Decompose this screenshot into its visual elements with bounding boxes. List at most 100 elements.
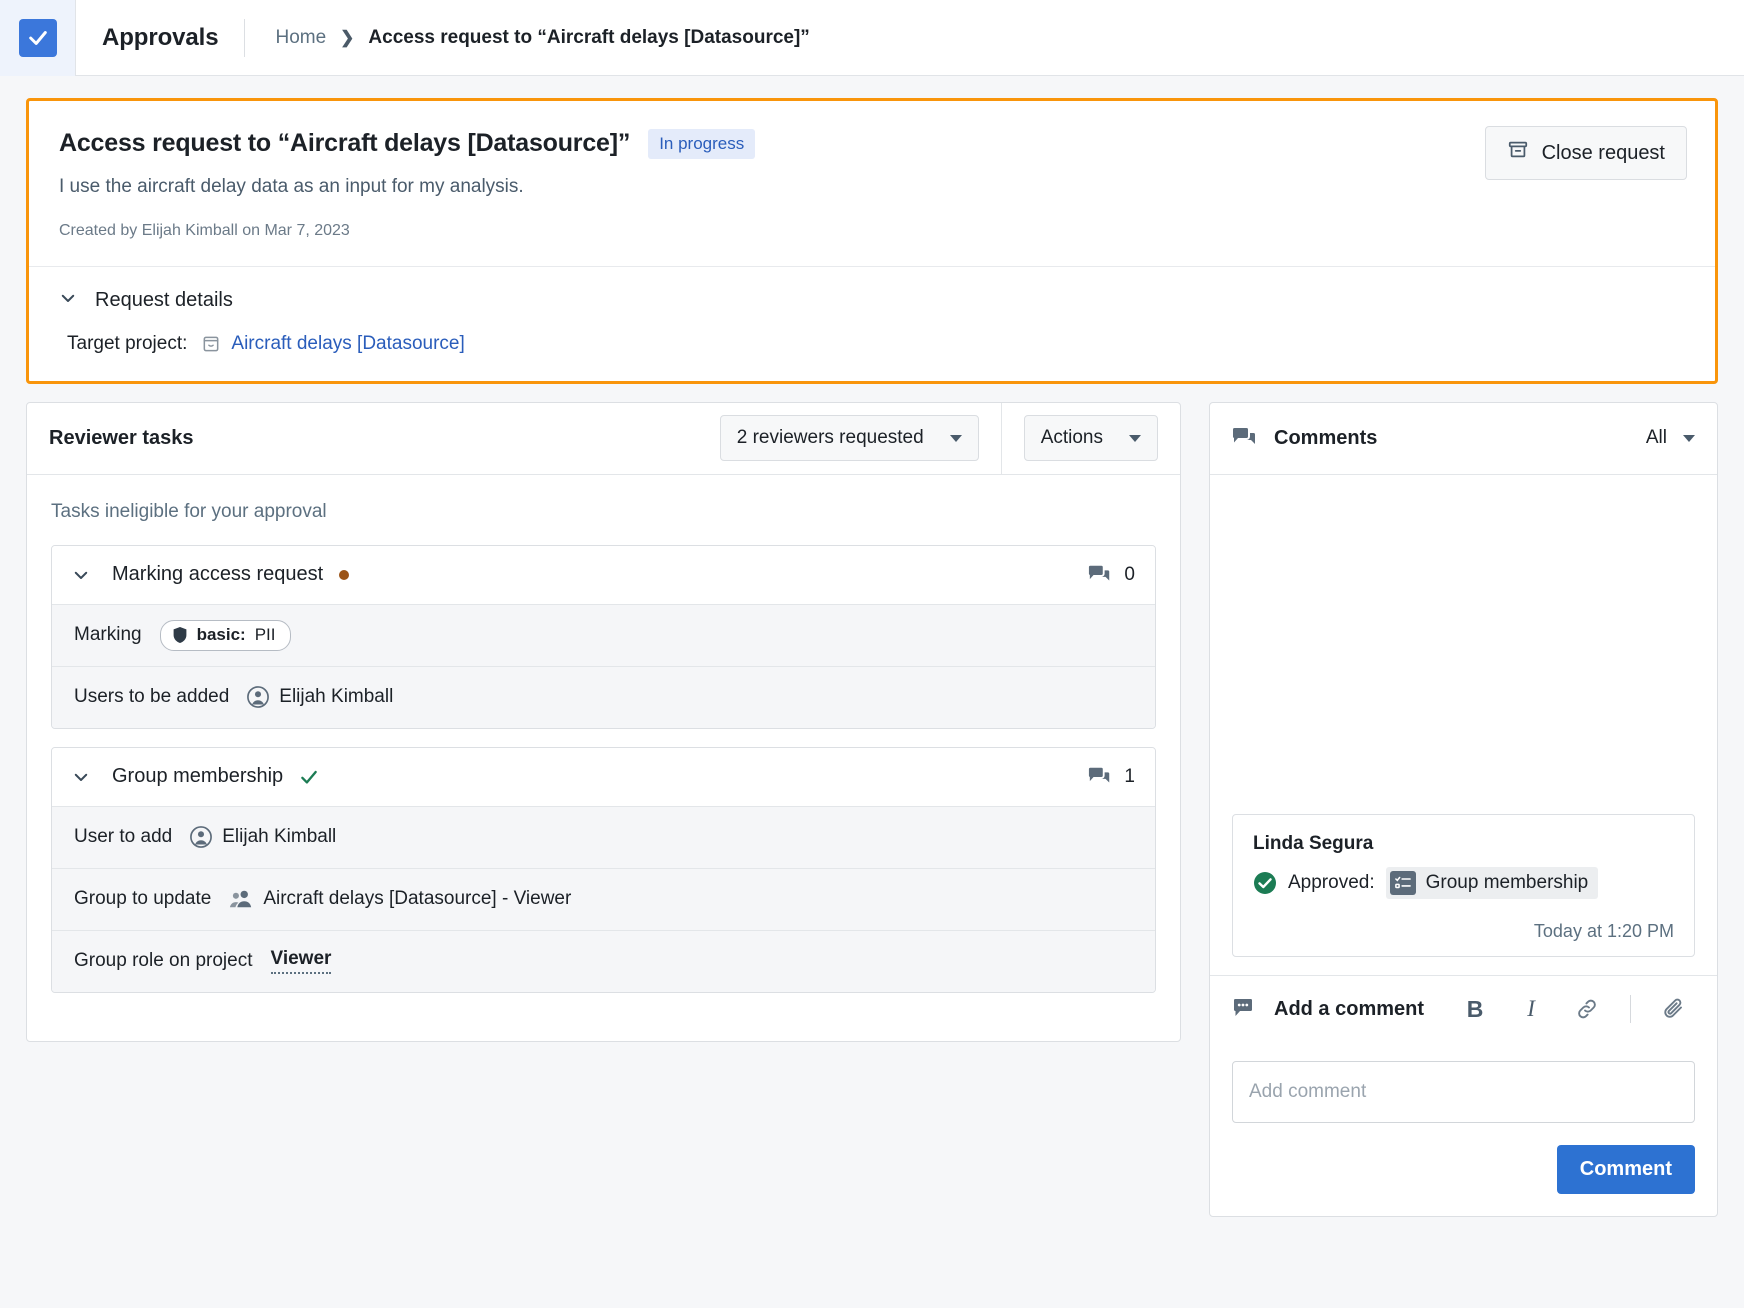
comment-task-chip[interactable]: Group membership xyxy=(1385,866,1599,899)
chevron-down-icon xyxy=(59,289,77,313)
row-label: Group role on project xyxy=(74,950,253,972)
comment-compose-body: Comment xyxy=(1210,1043,1717,1216)
comment-input[interactable] xyxy=(1232,1060,1695,1123)
comment-count-value: 1 xyxy=(1124,765,1135,787)
comments-filter-dropdown[interactable]: All xyxy=(1646,427,1695,449)
task-comment-count[interactable]: 1 xyxy=(1088,766,1135,788)
user-icon xyxy=(247,686,270,708)
format-toolbar: B I xyxy=(1462,995,1687,1024)
check-icon xyxy=(299,767,319,787)
top-navigation-bar: Approvals Home ❯ Access request to “Airc… xyxy=(0,0,1744,76)
main-columns: Reviewer tasks 2 reviewers requested Act… xyxy=(26,401,1718,1217)
divider xyxy=(1000,402,1002,474)
request-description: I use the aircraft delay data as an inpu… xyxy=(59,175,524,197)
reviewer-tasks-column: Reviewer tasks 2 reviewers requested Act… xyxy=(26,401,1181,1042)
comment-dots-icon xyxy=(1232,998,1258,1020)
row-value-text: Elijah Kimball xyxy=(279,686,394,708)
comments-panel: Comments All Linda Segura Approved: Grou… xyxy=(1209,401,1718,1217)
task-header-group-membership[interactable]: Group membership 1 xyxy=(52,747,1155,806)
breadcrumb: Home ❯ Access request to “Aircraft delay… xyxy=(245,27,809,49)
bold-icon[interactable]: B xyxy=(1462,995,1488,1023)
project-icon xyxy=(201,334,221,354)
task-title: Group membership xyxy=(112,765,284,788)
comments-title: Comments xyxy=(1274,426,1378,449)
task-list-icon xyxy=(1389,870,1416,895)
request-title-row: Access request to “Aircraft delays [Data… xyxy=(59,129,1685,159)
reviewer-tasks-panel: Reviewer tasks 2 reviewers requested Act… xyxy=(26,401,1181,1042)
row-value: Elijah Kimball xyxy=(247,686,393,708)
breadcrumb-home-link[interactable]: Home xyxy=(275,27,326,49)
app-logo-cell[interactable] xyxy=(0,0,76,76)
task-row: Marking basic: PII xyxy=(52,603,1155,666)
breadcrumb-current: Access request to “Aircraft delays [Data… xyxy=(368,26,810,48)
comments-icon xyxy=(1088,564,1112,586)
row-label: Users to be added xyxy=(74,686,230,708)
row-value: Elijah Kimball xyxy=(190,826,336,848)
comment-author: Linda Segura xyxy=(1253,832,1374,854)
task-card: Marking access request 0 Marking basic: … xyxy=(51,544,1156,729)
task-title: Marking access request xyxy=(112,563,324,586)
chevron-down-icon xyxy=(72,566,90,584)
task-row: User to add Elijah Kimball xyxy=(52,805,1155,868)
paperclip-icon[interactable] xyxy=(1661,995,1687,1023)
row-label: Marking xyxy=(74,624,142,646)
comment-action-label: Approved: xyxy=(1288,871,1375,893)
comments-header: Comments All xyxy=(1210,403,1717,475)
target-project-link[interactable]: Aircraft delays [Datasource] xyxy=(231,333,464,355)
page-title: Access request to “Aircraft delays [Data… xyxy=(59,129,631,158)
request-summary-card: Access request to “Aircraft delays [Data… xyxy=(26,98,1718,384)
task-comment-count[interactable]: 0 xyxy=(1088,564,1135,586)
actions-label: Actions xyxy=(1040,427,1103,449)
row-value-text: Elijah Kimball xyxy=(222,826,337,848)
task-row: Group to update Aircraft delays [Datasou… xyxy=(52,867,1155,930)
caret-down-icon xyxy=(949,434,962,442)
reviewer-tasks-body: Tasks ineligible for your approval Marki… xyxy=(27,475,1180,1041)
task-card: Group membership 1 User to add Elijah Ki… xyxy=(51,746,1156,993)
link-icon[interactable] xyxy=(1574,995,1600,1023)
comment-timestamp: Today at 1:20 PM xyxy=(1533,920,1674,941)
row-value-text: Aircraft delays [Datasource] - Viewer xyxy=(263,888,572,910)
reviewer-tasks-header: Reviewer tasks 2 reviewers requested Act… xyxy=(27,402,1180,475)
pending-dot-icon xyxy=(339,569,350,580)
actions-dropdown[interactable]: Actions xyxy=(1023,415,1158,462)
reviewers-requested-dropdown[interactable]: 2 reviewers requested xyxy=(719,415,979,462)
close-request-button[interactable]: Close request xyxy=(1484,126,1687,180)
comments-icon xyxy=(1088,766,1112,788)
comments-filter-label: All xyxy=(1645,427,1667,449)
group-role-value: Viewer xyxy=(270,948,332,975)
tasks-ineligible-heading: Tasks ineligible for your approval xyxy=(51,500,327,522)
user-icon xyxy=(190,826,213,848)
comments-icon xyxy=(1232,427,1258,449)
reviewers-requested-label: 2 reviewers requested xyxy=(736,427,924,449)
request-summary-top: Access request to “Aircraft delays [Data… xyxy=(29,101,1715,267)
comment-item: Linda Segura Approved: Group membership xyxy=(1232,813,1695,957)
target-project-row: Target project: Aircraft delays [Datasou… xyxy=(59,333,1685,355)
row-label: Group to update xyxy=(74,888,212,910)
request-details-toggle[interactable]: Request details xyxy=(59,289,1685,313)
marking-prefix: basic: xyxy=(196,624,246,644)
add-comment-title: Add a comment xyxy=(1274,997,1425,1020)
chevron-down-icon xyxy=(72,768,90,786)
request-created-meta: Created by Elijah Kimball on Mar 7, 2023 xyxy=(59,221,350,239)
close-request-label: Close request xyxy=(1541,141,1665,164)
comment-task-chip-label: Group membership xyxy=(1425,871,1589,893)
task-row: Users to be added Elijah Kimball xyxy=(52,665,1155,728)
task-header-marking-access-request[interactable]: Marking access request 0 xyxy=(52,545,1155,604)
italic-icon[interactable]: I xyxy=(1518,995,1544,1023)
divider xyxy=(1630,995,1632,1024)
comment-compose-header: Add a comment B I xyxy=(1210,974,1717,1043)
marking-pill: basic: PII xyxy=(159,619,291,651)
comment-body: Approved: Group membership xyxy=(1253,866,1674,899)
check-square-icon xyxy=(18,18,57,57)
request-details-section: Request details Target project: Aircraft… xyxy=(29,267,1715,381)
target-project-label: Target project: xyxy=(67,332,188,354)
page-body: Access request to “Aircraft delays [Data… xyxy=(0,76,1744,1308)
request-details-label: Request details xyxy=(95,289,233,312)
app-title: Approvals xyxy=(102,23,219,51)
comments-column: Comments All Linda Segura Approved: Grou… xyxy=(1209,401,1718,1217)
comment-actions: Comment xyxy=(1232,1144,1695,1194)
caret-down-icon xyxy=(1683,434,1695,442)
submit-comment-button[interactable]: Comment xyxy=(1556,1144,1695,1194)
task-row: Group role on project Viewer xyxy=(52,929,1155,992)
archive-box-icon xyxy=(1507,139,1529,167)
